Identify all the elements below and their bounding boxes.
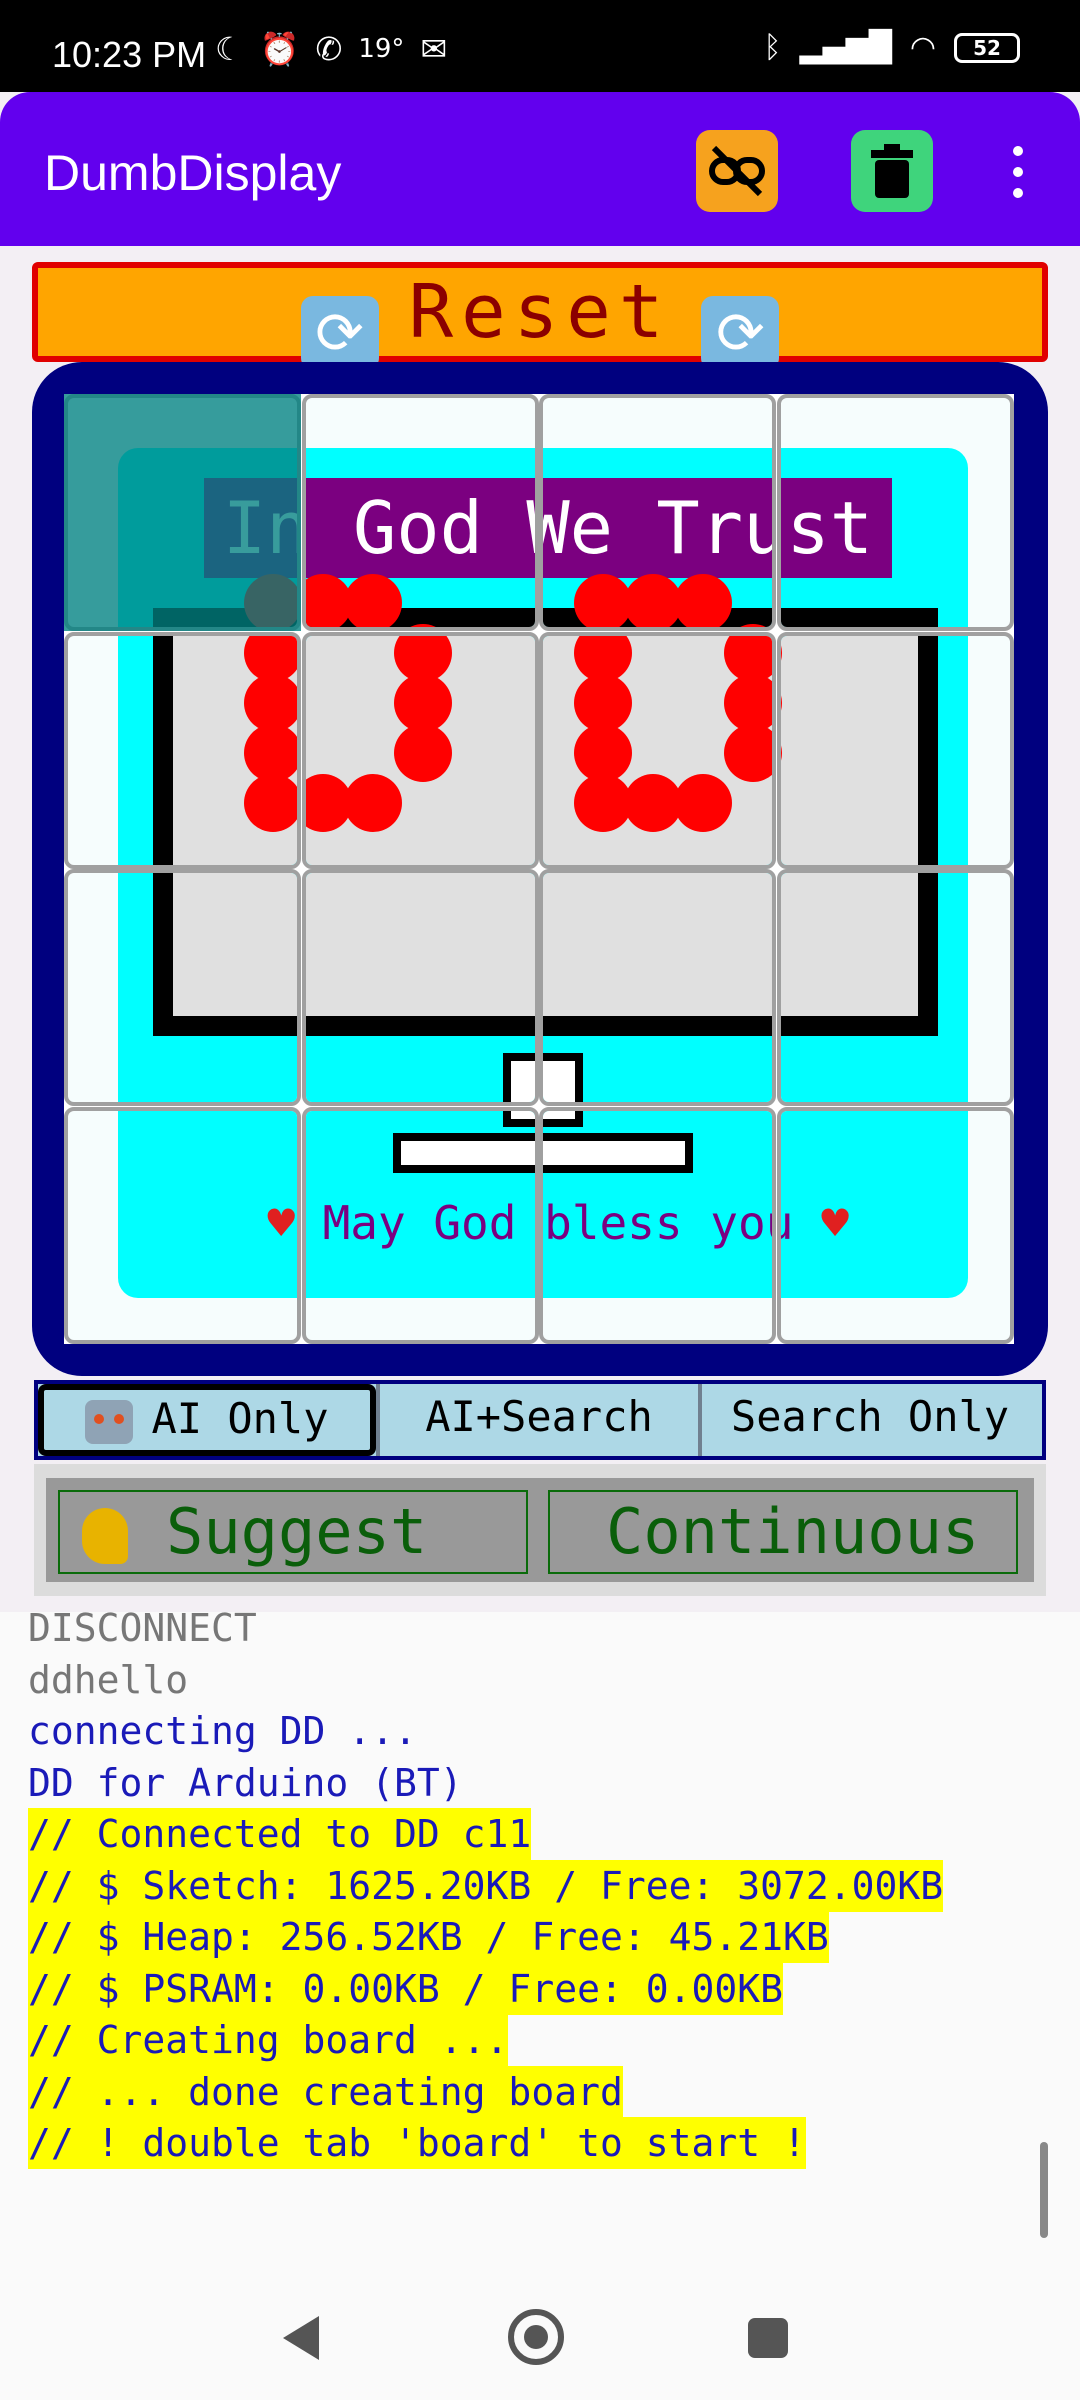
log-line: ddhello	[28, 1657, 189, 1702]
moon-icon: ☾	[215, 30, 244, 68]
back-icon[interactable]	[283, 2316, 319, 2360]
bluetooth-icon: ᛒ	[763, 30, 782, 65]
puzzle-tile[interactable]: In God We Trust♥ May God bless you ♥	[64, 869, 301, 1106]
reset-button[interactable]: Reset	[32, 262, 1048, 370]
dd-layer-area: Reset In God We Trust♥ May God bless you…	[0, 246, 1080, 1612]
action-bar: Suggest Continuous	[34, 1464, 1046, 1596]
log-line: // ! double tab 'board' to start !	[28, 2117, 806, 2169]
puzzle-tile[interactable]: In God We Trust♥ May God bless you ♥	[301, 869, 539, 1106]
suggest-button[interactable]: Suggest	[58, 1490, 528, 1574]
app-bar: DumbDisplay	[0, 92, 1080, 246]
mode-ai-only-button[interactable]: AI Only	[38, 1384, 376, 1456]
signal-icon: ▂▄▆█	[799, 30, 892, 65]
battery-icon: 52	[954, 32, 1020, 63]
log-console[interactable]: DISCONNECT ddhello connecting DD ... DD for…	[0, 1612, 1080, 2272]
clock: 10:23 PM	[52, 34, 207, 75]
mode-selector: AI Only AI+Search Search Only	[34, 1380, 1046, 1460]
puzzle-tile[interactable]: In God We Trust♥ May God bless you ♥	[776, 869, 1014, 1106]
log-line: // Connected to DD c11	[28, 1808, 532, 1860]
robot-icon	[85, 1399, 134, 1444]
log-line: // $ Heap: 256.52KB / Free: 45.21KB	[28, 1911, 829, 1963]
puzzle-tile[interactable]: In God We Trust♥ May God bless you ♥	[64, 631, 301, 869]
unlink-button[interactable]	[696, 130, 778, 212]
reset-arrows-icon	[701, 295, 780, 370]
muscle-icon	[74, 1504, 138, 1568]
puzzle-tile[interactable]: In God We Trust♥ May God bless you ♥	[776, 1106, 1014, 1344]
puzzle-tile[interactable]: In God We Trust♥ May God bless you ♥	[301, 1106, 539, 1344]
recents-icon[interactable]	[748, 2318, 788, 2358]
status-bar: 10:23 PM ☾ ⏰ ✆ 19° ✉ ᛒ ▂▄▆█ ◠ 52	[0, 0, 1080, 92]
more-vert-button[interactable]	[1000, 142, 1036, 202]
log-line: DISCONNECT	[28, 1612, 257, 1650]
alarm-icon: ⏰	[259, 30, 300, 68]
puzzle-tile[interactable]: In God We Trust♥ May God bless you ♥	[539, 1106, 776, 1344]
puzzle-board-frame: In God We Trust♥ May God bless you ♥In G…	[32, 362, 1048, 1376]
log-line: // ... done creating board	[28, 2065, 623, 2118]
puzzle-empty-slot	[64, 394, 301, 631]
log-scrollbar[interactable]	[1040, 2142, 1048, 2238]
mode-search-only-button[interactable]: Search Only	[698, 1384, 1038, 1456]
puzzle-tile[interactable]: In God We Trust♥ May God bless you ♥	[64, 1106, 301, 1344]
puzzle-tile[interactable]: In God We Trust♥ May God bless you ♥	[301, 631, 539, 869]
log-line: // Creating board ...	[28, 2014, 509, 2066]
trash-button[interactable]	[851, 130, 933, 212]
log-line: // $ PSRAM: 0.00KB / Free: 0.00KB	[28, 1962, 783, 2015]
whatsapp-icon: ✆	[315, 30, 343, 68]
puzzle-tile[interactable]: In God We Trust♥ May God bless you ♥	[301, 394, 539, 631]
home-icon[interactable]	[508, 2309, 564, 2365]
log-line: connecting DD ...	[28, 1709, 417, 1753]
temperature-label: 19°	[358, 34, 405, 64]
puzzle-tile[interactable]: In God We Trust♥ May God bless you ♥	[539, 631, 776, 869]
puzzle-tile[interactable]: In God We Trust♥ May God bless you ♥	[539, 394, 776, 631]
wifi-icon: ◠	[909, 30, 936, 65]
trash-icon	[871, 144, 913, 198]
log-line: DD for Arduino (BT)	[28, 1760, 463, 1805]
mode-ai-search-button[interactable]: AI+Search	[376, 1384, 698, 1456]
puzzle-tile[interactable]: In God We Trust♥ May God bless you ♥	[776, 631, 1014, 869]
sliding-puzzle-board[interactable]: In God We Trust♥ May God bless you ♥In G…	[64, 394, 1014, 1344]
reset-arrows-icon	[300, 295, 379, 370]
unlink-icon	[709, 145, 765, 197]
puzzle-tile[interactable]: In God We Trust♥ May God bless you ♥	[776, 394, 1014, 631]
log-line: // $ Sketch: 1625.20KB / Free: 3072.00KB	[28, 1859, 944, 1912]
navigation-bar	[0, 2272, 1080, 2400]
continuous-button[interactable]: Continuous	[548, 1490, 1018, 1574]
app-title: DumbDisplay	[44, 145, 342, 201]
puzzle-tile[interactable]: In God We Trust♥ May God bless you ♥	[539, 869, 776, 1106]
reset-label: Reset	[408, 269, 672, 355]
mail-icon: ✉	[420, 30, 448, 68]
